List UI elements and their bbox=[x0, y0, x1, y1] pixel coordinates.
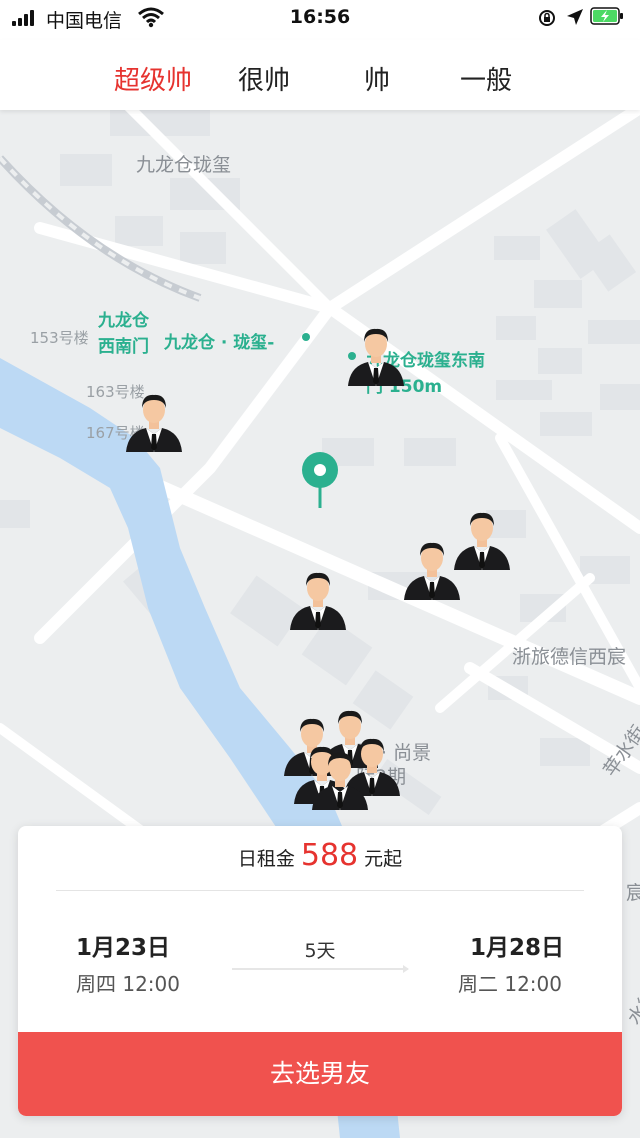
divider bbox=[56, 890, 584, 891]
location-arrow-icon bbox=[567, 9, 583, 25]
start-time[interactable]: 周四 12:00 bbox=[76, 968, 180, 997]
arrow-right-icon bbox=[232, 965, 409, 973]
map-label-edge: 宸 bbox=[626, 882, 640, 904]
battery-icon bbox=[590, 7, 623, 25]
person-icon[interactable] bbox=[402, 538, 462, 604]
tab-super-handsome[interactable]: 超级帅 bbox=[114, 60, 192, 97]
person-icon[interactable] bbox=[310, 748, 370, 814]
end-time[interactable]: 周二 12:00 bbox=[458, 968, 562, 997]
map-label-estate-mid: 九龙仓 · 珑玺- bbox=[164, 333, 275, 353]
person-icon[interactable] bbox=[346, 324, 406, 390]
tab-average[interactable]: 一般 bbox=[460, 60, 512, 97]
map-poi-dot bbox=[302, 333, 310, 341]
choose-boyfriend-button[interactable]: 去选男友 bbox=[18, 1032, 622, 1116]
map-label-zhelv: 浙旅德信西宸 bbox=[512, 646, 627, 668]
location-pin-icon[interactable] bbox=[300, 450, 340, 510]
person-icon[interactable] bbox=[124, 390, 184, 456]
map-label-bldg-153: 153号楼 bbox=[30, 329, 89, 347]
rental-card: 日租金 588 元起 1月23日 周四 12:00 5天 1月28日 周二 12:0… bbox=[18, 826, 622, 1116]
end-date[interactable]: 1月28日 bbox=[470, 928, 564, 962]
price-suffix: 元起 bbox=[364, 848, 403, 870]
tab-bar: 超级帅 很帅 帅 一般 bbox=[0, 40, 640, 110]
map-label-west-gate-1: 九龙仓 bbox=[98, 311, 149, 331]
rotation-lock-icon bbox=[539, 10, 555, 26]
person-icon[interactable] bbox=[288, 568, 348, 634]
price-value: 588 bbox=[300, 838, 359, 873]
map-label-west-gate-2: 西南门 bbox=[98, 337, 149, 357]
tab-handsome[interactable]: 帅 bbox=[364, 60, 390, 97]
map-label-estate: 九龙仓珑玺 bbox=[136, 154, 232, 176]
price-row: 日租金 588 元起 bbox=[18, 838, 622, 873]
price-prefix: 日租金 bbox=[237, 848, 295, 870]
status-bar: 中国电信 16:56 bbox=[0, 0, 640, 40]
tab-very-handsome[interactable]: 很帅 bbox=[238, 60, 290, 97]
